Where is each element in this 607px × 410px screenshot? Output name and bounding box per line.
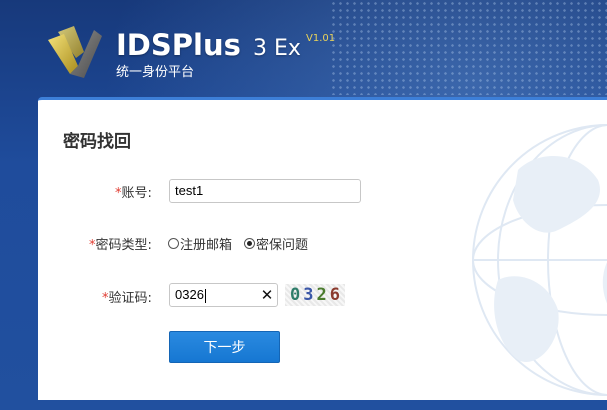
radio-email-label: 注册邮箱 bbox=[180, 238, 233, 253]
password-type-label: *密码类型: bbox=[89, 234, 152, 253]
captcha-input[interactable]: 0326 ✕ bbox=[169, 283, 278, 307]
next-button[interactable]: 下一步 bbox=[169, 331, 280, 363]
captcha-input-value: 0326 bbox=[170, 287, 257, 303]
captcha-char: 3 bbox=[303, 285, 314, 305]
captcha-char: 0 bbox=[290, 285, 301, 305]
captcha-char: 2 bbox=[316, 285, 327, 305]
radio-question-circle[interactable] bbox=[244, 238, 256, 249]
close-icon[interactable]: ✕ bbox=[257, 286, 277, 304]
captcha-label-text: 验证码: bbox=[108, 291, 152, 306]
radio-question-label: 密保问题 bbox=[256, 238, 309, 253]
brand-edition: 3 Ex bbox=[253, 36, 301, 61]
text-caret bbox=[204, 288, 206, 303]
brand-subtitle: 统一身份平台 bbox=[116, 65, 195, 80]
panel-title: 密码找回 bbox=[63, 132, 131, 152]
world-map-dots bbox=[330, 0, 607, 95]
radio-email[interactable]: 注册邮箱 bbox=[168, 234, 232, 253]
radio-question[interactable]: 密保问题 bbox=[244, 234, 308, 253]
password-type-label-text: 密码类型: bbox=[95, 238, 152, 253]
password-type-group: 注册邮箱 密保问题 bbox=[168, 234, 320, 253]
globe-watermark bbox=[472, 124, 607, 396]
account-label: *账号: bbox=[115, 182, 152, 201]
captcha-label: *验证码: bbox=[102, 287, 152, 306]
logo-icon bbox=[48, 26, 102, 78]
account-label-text: 账号: bbox=[121, 186, 152, 201]
recovery-panel: 密码找回 *账号: test1 *密码类型: 注册邮箱 密保问题 *验证码: 0… bbox=[38, 97, 607, 400]
brand-title: IDSPlus bbox=[116, 28, 241, 62]
radio-email-circle[interactable] bbox=[168, 238, 179, 249]
captcha-image[interactable]: 0 3 2 6 bbox=[285, 284, 345, 306]
version-label: V1.01 bbox=[306, 33, 336, 44]
account-input[interactable]: test1 bbox=[169, 179, 361, 203]
captcha-char: 6 bbox=[329, 285, 340, 305]
captcha-input-text: 0326 bbox=[175, 287, 204, 303]
